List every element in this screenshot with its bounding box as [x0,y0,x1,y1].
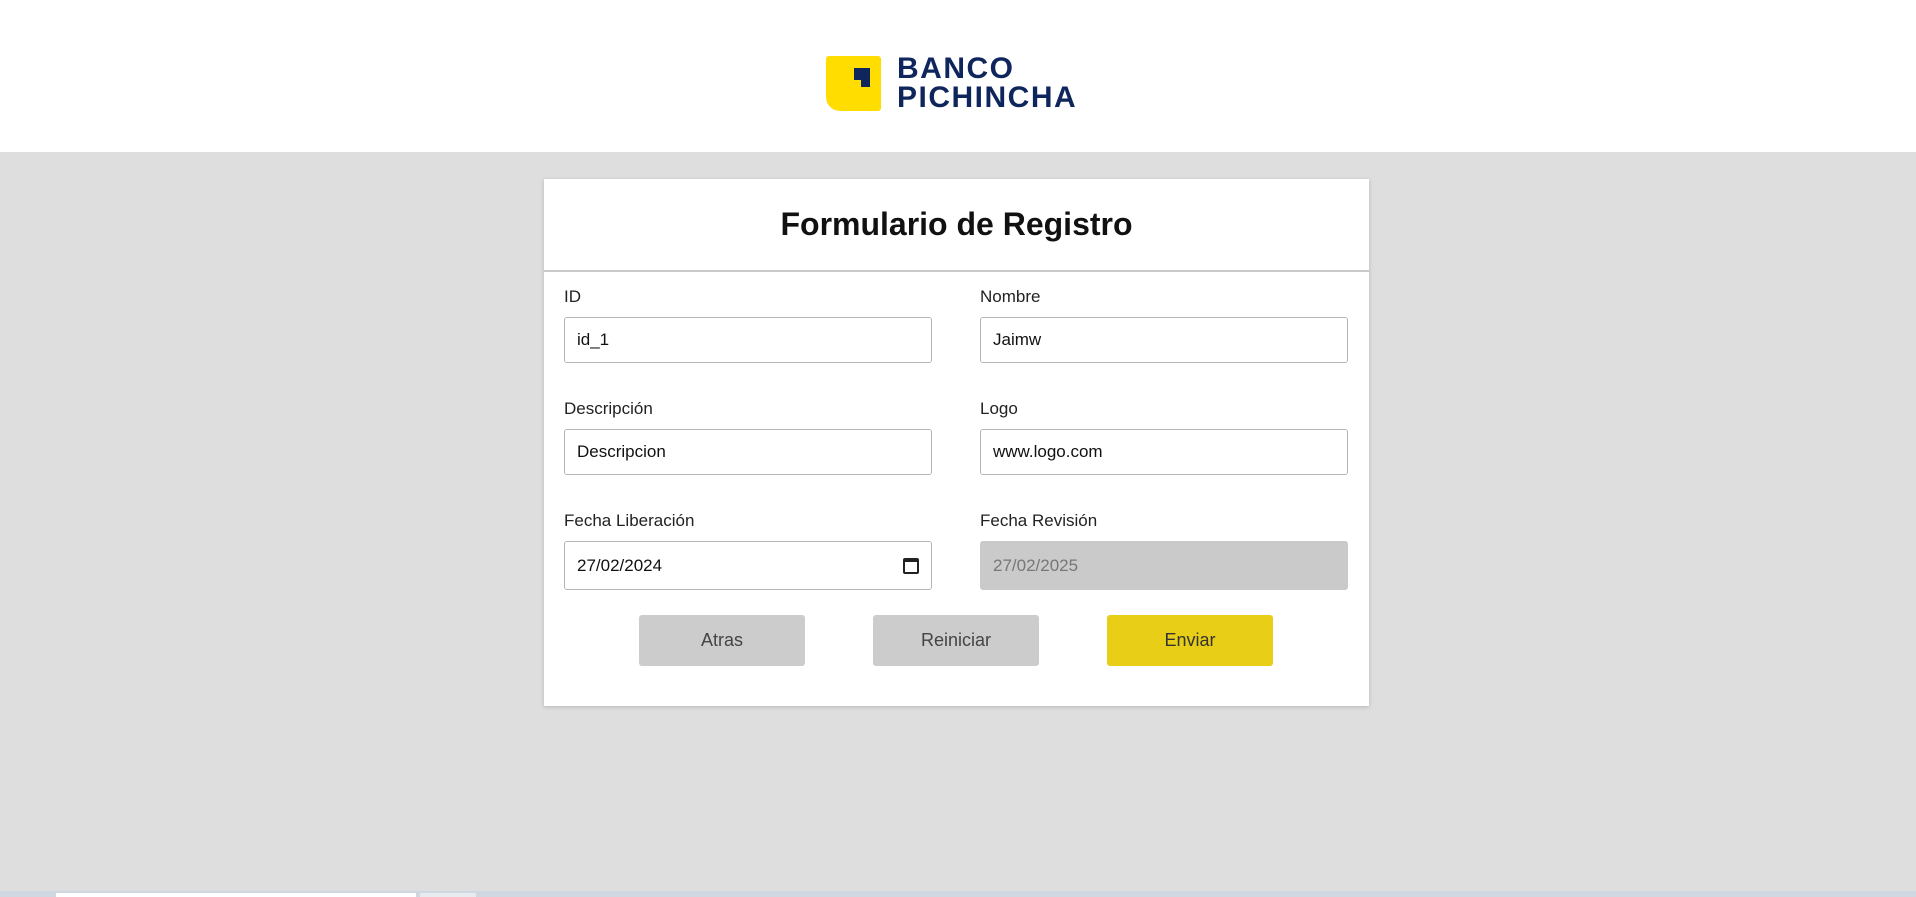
reset-button[interactable]: Reiniciar [873,615,1039,666]
fecha-revision-value: 27/02/2025 [993,555,1079,575]
fecha-liberacion-value: 27/02/2024 [577,555,663,575]
form-title: Formulario de Registro [544,179,1369,272]
nombre-label: Nombre [980,287,1041,306]
descripcion-value: Descripcion [577,442,666,461]
field-nombre: Nombre Jaimw [980,287,1348,363]
fecha-revision-input: 27/02/2025 [980,541,1348,590]
field-id: ID id_1 [564,287,932,363]
taskbar-item[interactable] [420,893,476,897]
descripcion-input[interactable]: Descripcion [564,429,932,475]
logo-line-2: PICHINCHA [897,81,1078,114]
field-fecha-revision: Fecha Revisión 27/02/2025 [980,511,1348,590]
page-header: BANCO PICHINCHA [0,0,1916,152]
logo-mark-icon [826,55,881,111]
nombre-value: Jaimw [993,330,1042,349]
fecha-liberacion-label: Fecha Liberación [564,511,695,530]
logo-input[interactable]: www.logo.com [980,429,1348,475]
nombre-input[interactable]: Jaimw [980,317,1348,363]
logo-value: www.logo.com [993,442,1103,461]
banco-pichincha-logo: BANCO PICHINCHA [826,52,1078,114]
taskbar-item[interactable] [56,893,416,897]
id-value: id_1 [577,330,610,349]
send-button[interactable]: Enviar [1107,615,1273,666]
back-button[interactable]: Atras [639,615,805,666]
taskbar [0,891,1916,897]
field-logo: Logo www.logo.com [980,399,1348,475]
registration-form-card: Formulario de Registro ID id_1 Nombre Ja… [544,179,1369,706]
form-fields: ID id_1 Nombre Jaimw Descripción Descrip… [564,287,1349,590]
fecha-liberacion-input[interactable]: 27/02/2024 [564,541,932,590]
logo-text: BANCO PICHINCHA [897,52,1078,114]
logo-line-1: BANCO [897,52,1015,85]
field-fecha-liberacion: Fecha Liberación 27/02/2024 [564,511,932,590]
logo-label: Logo [980,399,1018,418]
descripcion-label: Descripción [564,399,653,418]
fecha-revision-label: Fecha Revisión [980,511,1098,530]
field-descripcion: Descripción Descripcion [564,399,932,475]
calendar-icon[interactable] [903,557,919,574]
id-label: ID [564,287,581,306]
id-input[interactable]: id_1 [564,317,932,363]
